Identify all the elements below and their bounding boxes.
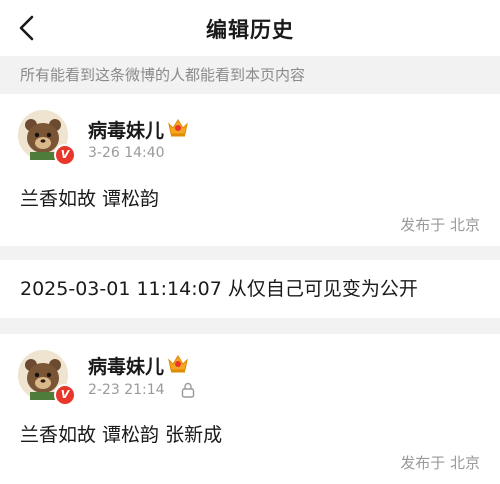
- post-location: 发布于 北京: [400, 216, 480, 234]
- post-location: 发布于 北京: [400, 454, 480, 472]
- user-name[interactable]: 病毒妹儿: [88, 352, 164, 379]
- nav-bar: 编辑历史: [0, 0, 500, 56]
- history-entry: V 病毒妹儿 3-26 14:40 兰香如故 谭松韵 发布于 北京: [0, 94, 500, 246]
- post-content: 兰香如故 谭松韵: [20, 188, 160, 210]
- post-time: 3-26 14:40: [88, 145, 165, 161]
- crown-icon: [168, 355, 188, 373]
- visibility-notice: 所有能看到这条微博的人都能看到本页内容: [0, 56, 500, 94]
- separator: [0, 318, 500, 334]
- crown-icon: [168, 119, 188, 137]
- post-content: 兰香如故 谭松韵 张新成: [20, 424, 223, 446]
- verified-v-icon: V: [54, 144, 76, 166]
- page-title: 编辑历史: [206, 18, 294, 42]
- separator: [0, 246, 500, 260]
- history-entry: V 病毒妹儿 2-23 21:14 兰香如故 谭松韵 张新成 发布于 北京: [0, 334, 500, 484]
- visibility-change-row: 2025-03-01 11:14:07 从仅自己可见变为公开: [0, 260, 500, 318]
- avatar[interactable]: V: [18, 350, 76, 406]
- avatar[interactable]: V: [18, 110, 76, 166]
- user-name[interactable]: 病毒妹儿: [88, 116, 164, 143]
- verified-v-icon: V: [54, 384, 76, 406]
- post-time: 2-23 21:14: [88, 382, 165, 398]
- lock-icon: [181, 382, 195, 398]
